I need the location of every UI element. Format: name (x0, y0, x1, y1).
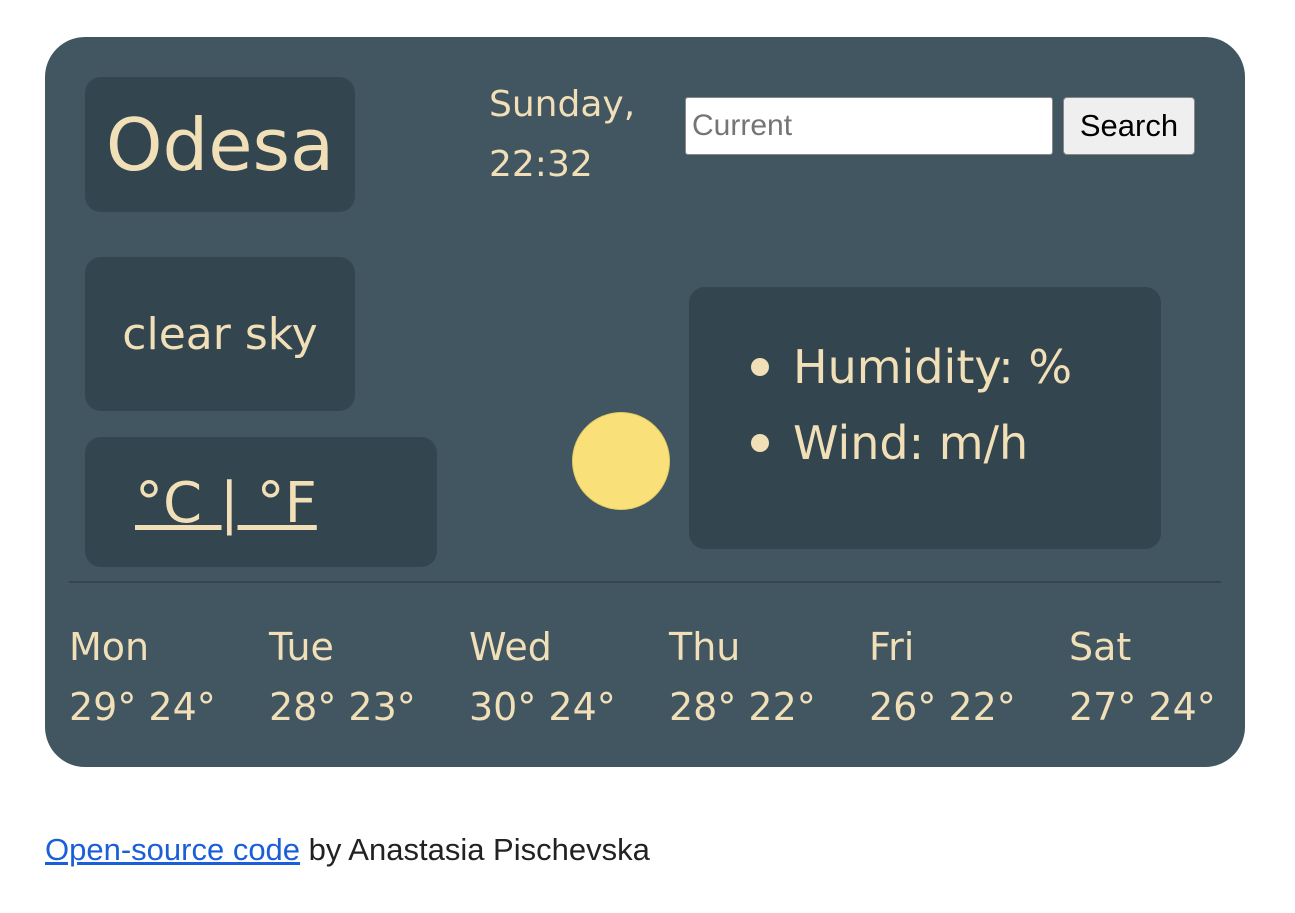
description-panel: clear sky (85, 257, 355, 411)
humidity-item: Humidity: % (751, 329, 1072, 405)
forecast-day-temps: 30° 24° (469, 685, 616, 729)
forecast-day-name: Fri (869, 625, 915, 669)
weather-card: Odesa Sunday, 22:32 Search clear sky °C … (45, 37, 1245, 767)
bullet-icon (751, 358, 769, 376)
humidity-text: Humidity: % (793, 340, 1073, 394)
forecast-day-name: Wed (469, 625, 552, 669)
bullet-icon (751, 434, 769, 452)
footer: Open-source code by Anastasia Pischevska (45, 832, 650, 868)
current-time: 22:32 (489, 144, 593, 185)
divider (69, 581, 1221, 583)
city-name: Odesa (105, 102, 335, 187)
forecast-day-temps: 28° 23° (269, 685, 416, 729)
forecast-day-name: Mon (69, 625, 150, 669)
forecast-day: Wed 30° 24° (469, 617, 669, 737)
wind-text: Wind: m/h (793, 416, 1029, 470)
forecast-day-temps: 29° 24° (69, 685, 216, 729)
search-button[interactable]: Search (1063, 97, 1195, 155)
forecast-day-name: Tue (269, 625, 334, 669)
forecast-row: Mon 29° 24° Tue 28° 23° Wed 30° 24° Thu … (69, 617, 1229, 757)
weather-description: clear sky (122, 308, 318, 360)
forecast-day-name: Thu (669, 625, 741, 669)
units-panel: °C | °F (85, 437, 437, 567)
forecast-day: Fri 26° 22° (869, 617, 1069, 737)
forecast-day: Sat 27° 24° (1069, 617, 1269, 737)
sun-icon (573, 413, 669, 509)
wind-item: Wind: m/h (751, 405, 1072, 481)
forecast-day: Thu 28° 22° (669, 617, 869, 737)
details-list: Humidity: % Wind: m/h (751, 329, 1072, 481)
date-time: Sunday, 22:32 (489, 75, 635, 195)
forecast-day-temps: 27° 24° (1069, 685, 1216, 729)
forecast-day: Mon 29° 24° (69, 617, 269, 737)
city-panel: Odesa (85, 77, 355, 212)
forecast-day-temps: 28° 22° (669, 685, 816, 729)
open-source-link[interactable]: Open-source code (45, 832, 300, 867)
forecast-day-name: Sat (1069, 625, 1132, 669)
forecast-day: Tue 28° 23° (269, 617, 469, 737)
forecast-day-temps: 26° 22° (869, 685, 1016, 729)
city-search-input[interactable] (685, 97, 1053, 155)
details-panel: Humidity: % Wind: m/h (689, 287, 1161, 549)
author-credit: by Anastasia Pischevska (300, 832, 650, 867)
unit-toggle-link[interactable]: °C | °F (135, 471, 317, 536)
current-day: Sunday, (489, 84, 636, 125)
